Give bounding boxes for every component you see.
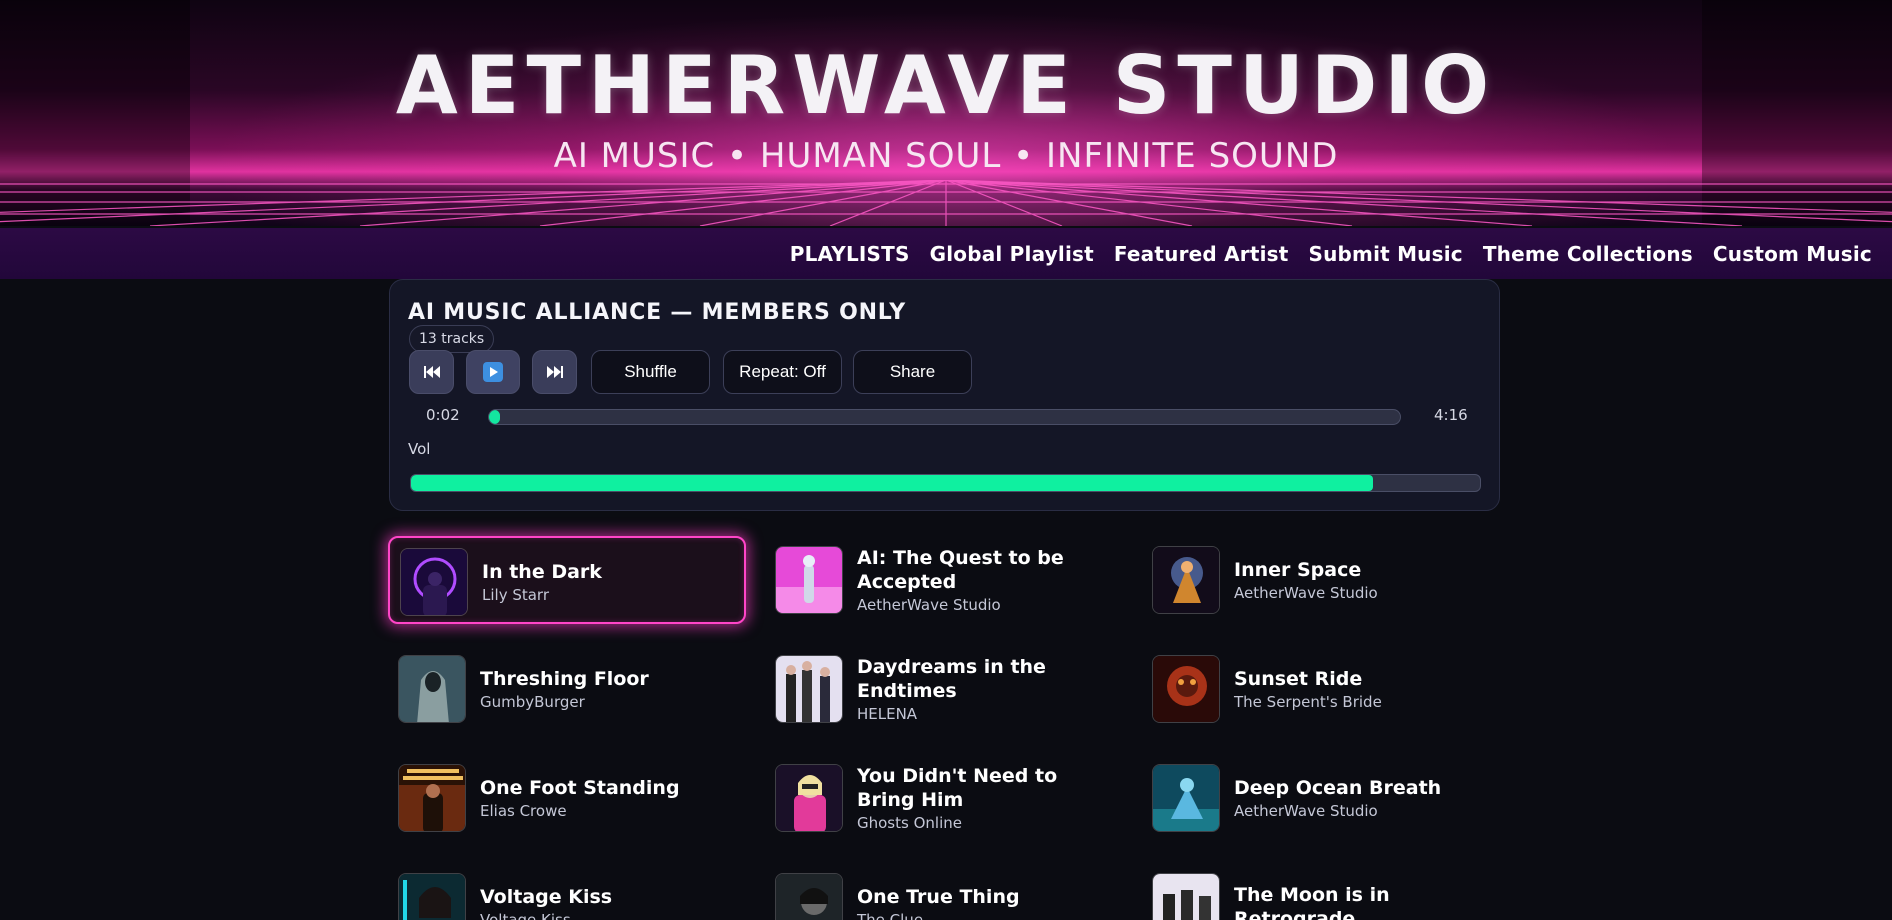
track-title: Sunset Ride — [1234, 667, 1363, 690]
player-panel: AI MUSIC ALLIANCE — MEMBERS ONLY 13 trac… — [389, 279, 1500, 511]
prev-button[interactable] — [409, 350, 454, 394]
track-title: One Foot Standing — [480, 776, 680, 799]
album-art-sunset-ride — [1152, 655, 1220, 723]
track-card[interactable]: One Foot Standing Elias Crowe — [388, 754, 746, 842]
track-artist: Lily Starr — [482, 585, 550, 604]
album-art-one-foot-standing — [398, 764, 466, 832]
track-title: AI: The Quest to be Accepted — [857, 546, 1064, 593]
track-card[interactable]: Deep Ocean Breath AetherWave Studio — [1142, 754, 1500, 842]
album-art-moon-retrograde — [1152, 873, 1220, 920]
nav-item-global-playlist[interactable]: Global Playlist — [930, 242, 1094, 266]
track-artist: AetherWave Studio — [1234, 801, 1378, 820]
track-artist: AetherWave Studio — [1234, 583, 1378, 602]
share-button[interactable]: Share — [853, 350, 972, 394]
album-art-threshing-floor — [398, 655, 466, 723]
nav-item-theme-collections[interactable]: Theme Collections — [1483, 242, 1693, 266]
duration-time: 4:16 — [1434, 406, 1468, 424]
track-artist: Ghosts Online — [857, 813, 962, 832]
hero-banner: AETHERWAVE STUDIO AI MUSIC • HUMAN SOUL … — [0, 0, 1892, 226]
track-card[interactable]: Inner Space AetherWave Studio — [1142, 536, 1500, 624]
volume-slider-fill — [411, 475, 1374, 491]
album-art-ai-the-quest — [775, 546, 843, 614]
album-art-you-didnt-need — [775, 764, 843, 832]
track-card[interactable]: Sunset Ride The Serpent's Bride — [1142, 645, 1500, 733]
nav-item-submit-music[interactable]: Submit Music — [1309, 242, 1463, 266]
track-title: Threshing Floor — [480, 667, 649, 690]
track-card[interactable]: The Moon is in Retrograde — [1142, 863, 1500, 920]
album-art-deep-ocean-breath — [1152, 764, 1220, 832]
track-title: Deep Ocean Breath — [1234, 776, 1442, 799]
track-title: Inner Space — [1234, 558, 1362, 581]
track-title: The Moon is in Retrograde — [1234, 883, 1390, 920]
synthwave-grid-graphic — [0, 180, 1892, 226]
track-artist: GumbyBurger — [480, 692, 585, 711]
volume-label: Vol — [408, 440, 431, 458]
album-art-inner-space — [1152, 546, 1220, 614]
nav-item-featured-artist[interactable]: Featured Artist — [1114, 242, 1289, 266]
album-art-in-the-dark — [400, 548, 468, 616]
site-title: AETHERWAVE STUDIO — [395, 39, 1497, 132]
repeat-button[interactable]: Repeat: Off — [723, 350, 842, 394]
track-card[interactable]: Voltage Kiss Voltage Kiss — [388, 863, 746, 920]
track-card[interactable]: You Didn't Need to Bring Him Ghosts Onli… — [765, 754, 1123, 842]
track-card[interactable]: In the Dark Lily Starr — [388, 536, 746, 624]
track-title: In the Dark — [482, 560, 602, 583]
main-nav: PLAYLISTS Global Playlist Featured Artis… — [0, 228, 1892, 279]
track-artist: AetherWave Studio — [857, 595, 1001, 614]
nav-item-playlists[interactable]: PLAYLISTS — [790, 242, 910, 266]
track-artist: Elias Crowe — [480, 801, 567, 820]
track-title: You Didn't Need to Bring Him — [857, 764, 1058, 811]
play-icon — [483, 362, 503, 382]
track-artist: HELENA — [857, 704, 918, 723]
skip-back-icon — [423, 366, 440, 378]
track-title: One True Thing — [857, 885, 1020, 908]
track-card[interactable]: One True Thing The Clue — [765, 863, 1123, 920]
seek-bar-fill — [489, 410, 500, 424]
playlist-title: AI MUSIC ALLIANCE — MEMBERS ONLY — [408, 300, 906, 325]
album-art-voltage-kiss — [398, 873, 466, 920]
next-button[interactable] — [532, 350, 577, 394]
track-artist: Voltage Kiss — [480, 910, 571, 920]
shuffle-button[interactable]: Shuffle — [591, 350, 710, 394]
album-art-one-true-thing — [775, 873, 843, 920]
seek-bar[interactable] — [488, 409, 1401, 425]
track-card[interactable]: Daydreams in the Endtimes HELENA — [765, 645, 1123, 733]
skip-forward-icon — [546, 366, 563, 378]
track-title: Voltage Kiss — [480, 885, 613, 908]
current-time: 0:02 — [426, 406, 460, 424]
track-artist: The Serpent's Bride — [1234, 692, 1382, 711]
track-card[interactable]: Threshing Floor GumbyBurger — [388, 645, 746, 733]
track-title: Daydreams in the Endtimes — [857, 655, 1046, 702]
track-count-badge: 13 tracks — [409, 325, 495, 353]
volume-slider[interactable] — [410, 474, 1481, 492]
play-button[interactable] — [466, 350, 520, 394]
site-tagline: AI MUSIC • HUMAN SOUL • INFINITE SOUND — [553, 136, 1339, 176]
track-artist: The Clue — [857, 910, 924, 920]
nav-item-custom-music[interactable]: Custom Music — [1713, 242, 1872, 266]
album-art-daydreams — [775, 655, 843, 723]
track-card[interactable]: AI: The Quest to be Accepted AetherWave … — [765, 536, 1123, 624]
